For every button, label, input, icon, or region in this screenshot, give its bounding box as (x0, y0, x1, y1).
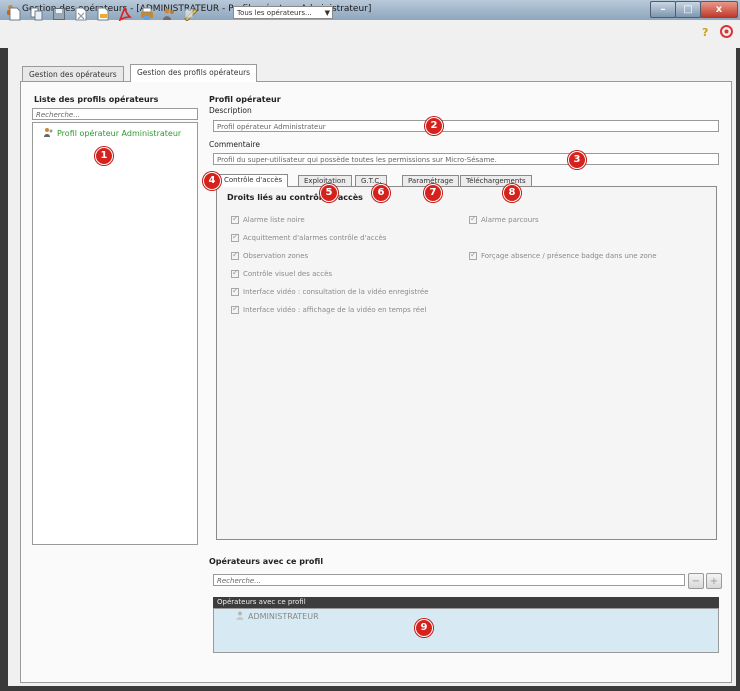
user-profile-icon (43, 127, 53, 139)
checkbox-label: Alarme parcours (481, 215, 539, 224)
comment-label: Commentaire (209, 140, 260, 149)
checkbox-icon (231, 268, 239, 278)
save-icon[interactable] (52, 6, 66, 21)
maximize-button[interactable]: □ (675, 1, 701, 18)
checkbox-alarme-liste-noire[interactable]: Alarme liste noire (231, 214, 305, 225)
profile-item-label: Profil opérateur Administrateur (57, 128, 182, 138)
callout-badge: 9 (415, 619, 433, 637)
checkbox-label: Observation zones (243, 251, 309, 260)
checkbox-icon (231, 214, 239, 224)
checkbox-label: Interface vidéo : consultation de la vid… (243, 287, 429, 296)
checkbox-video-temps-reel[interactable]: Interface vidéo : affichage de la vidéo … (231, 304, 426, 315)
close-window-button[interactable]: x (700, 1, 738, 18)
access-rights-title: Droits liés au contrôle d'accès (227, 193, 363, 202)
description-field[interactable]: Profil opérateur Administrateur (213, 120, 719, 132)
checkbox-label: Acquittement d'alarmes contrôle d'accès (243, 233, 387, 242)
operator-item-label: ADMINISTRATEUR (248, 612, 319, 621)
checkbox-icon (231, 304, 239, 314)
exit-icon[interactable] (720, 25, 733, 40)
checkbox-icon (231, 286, 239, 296)
callout-badge: 1 (95, 147, 113, 165)
operators-section-title: Opérateurs avec ce profil (209, 557, 324, 566)
operators-filter-select[interactable]: Tous les opérateurs... ▼ (233, 6, 333, 19)
callout-badge: 8 (503, 184, 521, 202)
checkbox-label: Interface vidéo : affichage de la vidéo … (243, 305, 427, 314)
checkbox-observation-zones[interactable]: Observation zones (231, 250, 308, 261)
checkbox-icon (231, 232, 239, 242)
minimize-button[interactable]: – (650, 1, 676, 18)
tab-gestion-profils-operateurs[interactable]: Gestion des profils opérateurs (130, 64, 258, 82)
user-icon (236, 611, 244, 622)
pdf-icon[interactable] (118, 6, 132, 21)
new-document-icon[interactable] (8, 6, 22, 21)
profiles-list (32, 122, 198, 545)
checkbox-label: Alarme liste noire (243, 215, 305, 224)
checkbox-icon (469, 250, 477, 260)
callout-badge: 5 (320, 184, 338, 202)
import-icon[interactable] (96, 6, 110, 21)
callout-badge: 6 (372, 184, 390, 202)
checkbox-video-enregistree[interactable]: Interface vidéo : consultation de la vid… (231, 286, 428, 297)
profile-section-title: Profil opérateur (209, 95, 281, 104)
callout-badge: 7 (424, 184, 442, 202)
checkbox-controle-visuel[interactable]: Contrôle visuel des accès (231, 268, 332, 279)
delete-icon[interactable] (74, 6, 88, 21)
operators-search-input[interactable]: Recherche... (213, 574, 685, 586)
callout-badge: 2 (425, 117, 443, 135)
checkbox-label: Contrôle visuel des accès (243, 269, 333, 278)
checkbox-icon (231, 250, 239, 260)
remove-operator-button[interactable]: − (688, 573, 704, 589)
profiles-search-input[interactable]: Recherche... (32, 108, 198, 120)
checkbox-acquittement-alarmes[interactable]: Acquittement d'alarmes contrôle d'accès (231, 232, 386, 243)
operator-list-item[interactable]: ADMINISTRATEUR (236, 611, 319, 622)
toolbar (0, 20, 740, 48)
profiles-list-title: Liste des profils opérateurs (34, 95, 159, 104)
callout-badge: 3 (568, 151, 586, 169)
profile-list-item[interactable]: Profil opérateur Administrateur (43, 127, 181, 139)
edit-icon[interactable] (184, 6, 198, 21)
chevron-down-icon: ▼ (324, 9, 330, 17)
comment-field[interactable]: Profil du super-utilisateur qui possède … (213, 153, 719, 165)
tab-controle-acces[interactable]: Contrôle d'accès (218, 174, 289, 187)
checkbox-forcage-absence-presence[interactable]: Forçage absence / présence badge dans un… (469, 250, 657, 261)
callout-badge: 4 (203, 172, 221, 190)
checkbox-alarme-parcours[interactable]: Alarme parcours (469, 214, 539, 225)
add-operator-button[interactable]: + (706, 573, 722, 589)
checkbox-icon (469, 214, 477, 224)
duplicate-icon[interactable] (30, 6, 44, 21)
operators-list-header: Opérateurs avec ce profil (213, 597, 719, 608)
help-icon[interactable]: ? (702, 26, 708, 39)
tab-gestion-operateurs[interactable]: Gestion des opérateurs (22, 66, 124, 82)
print-icon[interactable] (140, 6, 154, 21)
checkbox-label: Forçage absence / présence badge dans un… (481, 251, 657, 260)
users-icon[interactable] (162, 6, 176, 21)
description-label: Description (209, 106, 252, 115)
